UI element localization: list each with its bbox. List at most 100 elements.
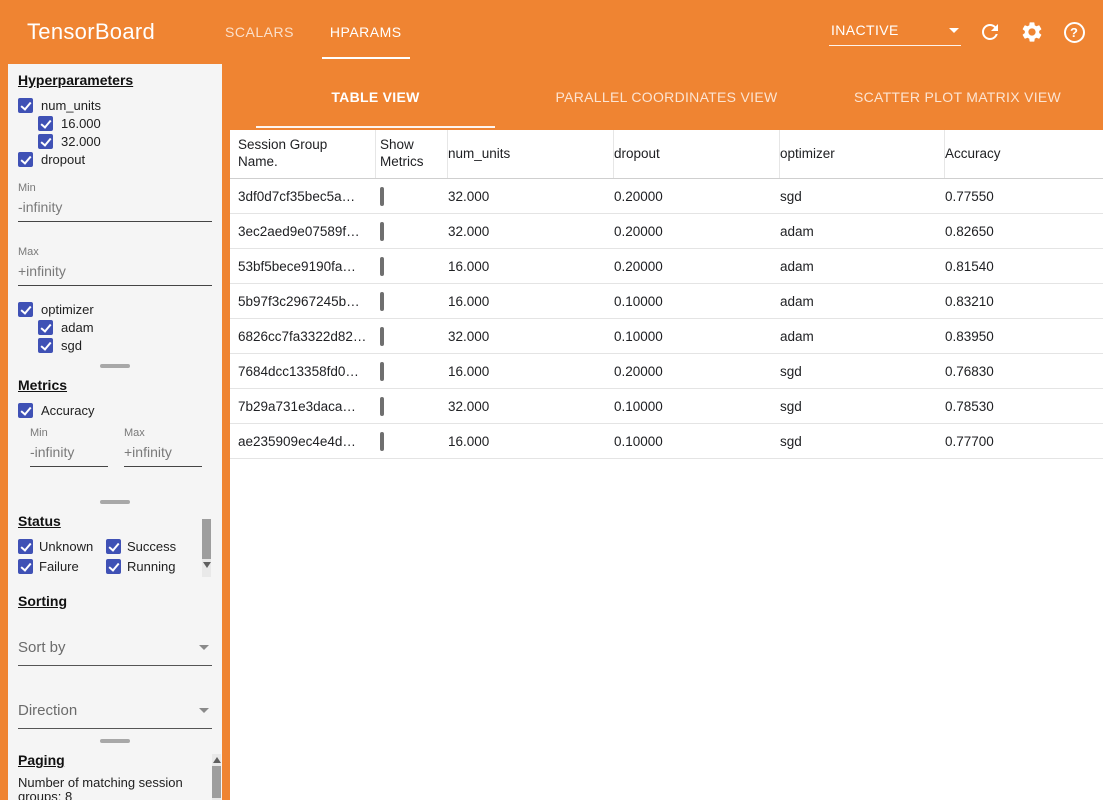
refresh-button[interactable] (977, 19, 1003, 45)
scroll-down-icon[interactable] (203, 562, 211, 568)
paging-scrollbar-thumb[interactable] (212, 766, 221, 798)
help-icon: ? (1064, 22, 1085, 43)
show-metrics-checkbox[interactable] (380, 187, 384, 206)
hyperparameters-section: Hyperparameters num_units 16.000 32.000 … (8, 64, 222, 363)
dropout-value: 0.20000 (614, 259, 780, 274)
status-sorting-section: Status Unknown Success Failure (8, 505, 222, 738)
max-label: Max (124, 427, 202, 439)
accuracy-value: 0.77700 (945, 434, 1103, 449)
tab-scalars[interactable]: SCALARS (207, 0, 312, 64)
column-header-optimizer[interactable]: optimizer (780, 130, 945, 178)
metric-accuracy-row: Accuracy (18, 401, 212, 419)
table-header: Session Group Name. Show Metrics num_uni… (230, 130, 1103, 179)
accuracy-checkbox[interactable] (18, 403, 33, 418)
column-header-dropout[interactable]: dropout (614, 130, 780, 178)
show-metrics-checkbox[interactable] (380, 292, 384, 311)
dropout-label: dropout (41, 152, 85, 167)
show-metrics-checkbox[interactable] (380, 362, 384, 381)
app-body: Hyperparameters num_units 16.000 32.000 … (0, 64, 1103, 800)
paging-scrollbar[interactable] (212, 754, 221, 800)
accuracy-minmax-row: Min Max (30, 421, 212, 467)
show-metrics-checkbox[interactable] (380, 432, 384, 451)
show-metrics-checkbox[interactable] (380, 327, 384, 346)
optimizer-checkbox[interactable] (18, 302, 33, 317)
status-scrollbar[interactable] (202, 519, 211, 577)
show-metrics-cell (376, 364, 448, 379)
session-group-name: 7684dcc13358fd0… (230, 364, 376, 379)
status-running-checkbox[interactable] (106, 559, 121, 574)
num-units-32-checkbox[interactable] (38, 134, 53, 149)
column-header-accuracy[interactable]: Accuracy (945, 130, 1103, 178)
tab-hparams[interactable]: HPARAMS (312, 0, 420, 64)
column-header-session-group-name[interactable]: Session Group Name. (230, 130, 376, 178)
table-body: 3df0d7cf35bec5a… 32.000 0.20000 sgd 0.77… (230, 179, 1103, 459)
accuracy-min-field: Min (30, 427, 108, 467)
settings-button[interactable] (1019, 19, 1045, 45)
status-option-failure: Failure (18, 557, 106, 575)
status-option-running: Running (106, 557, 194, 575)
optimizer-value: sgd (780, 434, 945, 449)
num-units-16-checkbox[interactable] (38, 116, 53, 131)
optimizer-adam-label: adam (61, 320, 94, 335)
show-metrics-cell (376, 434, 448, 449)
sort-by-dropdown[interactable]: Sort by (18, 639, 212, 666)
scroll-up-icon[interactable] (213, 757, 221, 763)
tab-table-view[interactable]: TABLE VIEW (230, 64, 521, 130)
table-row: 3df0d7cf35bec5a… 32.000 0.20000 sgd 0.77… (230, 179, 1103, 214)
tab-scatter-plot-matrix-view[interactable]: SCATTER PLOT MATRIX VIEW (812, 64, 1103, 130)
show-metrics-checkbox[interactable] (380, 397, 384, 416)
status-unknown-label: Unknown (39, 539, 93, 554)
session-group-name: ae235909ec4e4d… (230, 434, 376, 449)
num-units-value: 32.000 (448, 189, 614, 204)
optimizer-value: sgd (780, 189, 945, 204)
show-metrics-checkbox[interactable] (380, 222, 384, 241)
dropout-max-input[interactable] (18, 258, 212, 286)
num-units-16-label: 16.000 (61, 116, 101, 131)
show-metrics-checkbox[interactable] (380, 257, 384, 276)
dropout-checkbox[interactable] (18, 152, 33, 167)
matching-session-groups-text: Number of matching session groups: 8 (18, 776, 200, 800)
optimizer-sgd-checkbox[interactable] (38, 338, 53, 353)
status-success-checkbox[interactable] (106, 539, 121, 554)
sort-by-value: Sort by (18, 639, 66, 656)
sorting-block: Sorting Sort by Direction (18, 593, 212, 729)
accuracy-min-input[interactable] (30, 439, 108, 467)
accuracy-max-input[interactable] (124, 439, 202, 467)
status-unknown-checkbox[interactable] (18, 539, 33, 554)
num-units-value: 16.000 (448, 434, 614, 449)
min-label: Min (18, 182, 212, 194)
show-metrics-cell (376, 259, 448, 274)
column-header-num-units[interactable]: num_units (448, 130, 614, 178)
optimizer-label: optimizer (41, 302, 94, 317)
table-row: ae235909ec4e4d… 16.000 0.10000 sgd 0.777… (230, 424, 1103, 459)
resize-handle-bar (100, 739, 130, 743)
hparam-value-row: 16.000 (38, 114, 212, 132)
table-row: 7684dcc13358fd0… 16.000 0.20000 sgd 0.76… (230, 354, 1103, 389)
status-option-success: Success (106, 537, 194, 555)
dropout-value: 0.10000 (614, 294, 780, 309)
status-failure-checkbox[interactable] (18, 559, 33, 574)
status-scrollbar-thumb[interactable] (202, 519, 211, 559)
optimizer-value: adam (780, 224, 945, 239)
chevron-down-icon (199, 708, 209, 713)
table-row: 6826cc7fa3322d82… 32.000 0.10000 adam 0.… (230, 319, 1103, 354)
dropout-min-input[interactable] (18, 194, 212, 222)
num-units-value: 32.000 (448, 329, 614, 344)
num-units-checkbox[interactable] (18, 98, 33, 113)
top-toolbar: TensorBoard SCALARS HPARAMS INACTIVE ? (0, 0, 1103, 64)
help-button[interactable]: ? (1061, 19, 1087, 45)
optimizer-adam-checkbox[interactable] (38, 320, 53, 335)
column-header-show-metrics[interactable]: Show Metrics (376, 130, 448, 178)
show-metrics-cell (376, 329, 448, 344)
session-group-name: 3ec2aed9e07589f… (230, 224, 376, 239)
tab-parallel-coordinates-view[interactable]: PARALLEL COORDINATES VIEW (521, 64, 812, 130)
sidebar: Hyperparameters num_units 16.000 32.000 … (8, 64, 222, 800)
accuracy-value: 0.82650 (945, 224, 1103, 239)
direction-dropdown[interactable]: Direction (18, 702, 212, 729)
dropout-value: 0.20000 (614, 189, 780, 204)
dropout-value: 0.10000 (614, 434, 780, 449)
accuracy-value: 0.83210 (945, 294, 1103, 309)
reload-status-dropdown[interactable]: INACTIVE (829, 18, 961, 46)
num-units-value: 16.000 (448, 259, 614, 274)
refresh-icon (978, 20, 1002, 44)
